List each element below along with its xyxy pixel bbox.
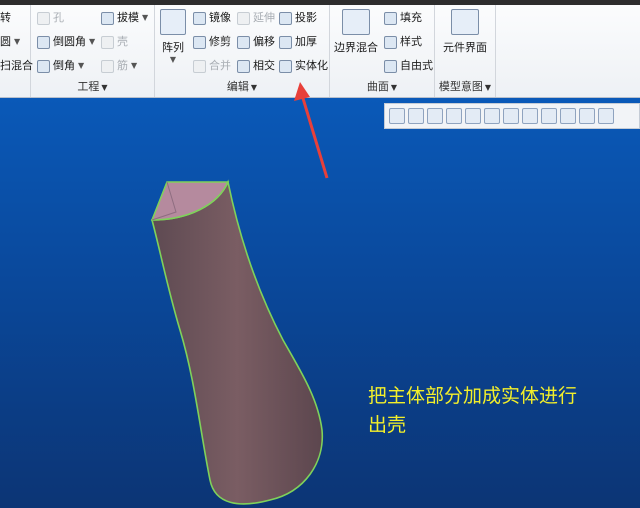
solid-body[interactable] xyxy=(150,179,324,505)
caption-line-1: 把主体部分加成实体进行 xyxy=(368,385,578,407)
caption-annotation: 把主体部分加成实体进行 出壳 xyxy=(368,382,577,440)
caption-line-2: 出壳 xyxy=(368,414,407,436)
red-arrow-annotation xyxy=(294,82,329,179)
